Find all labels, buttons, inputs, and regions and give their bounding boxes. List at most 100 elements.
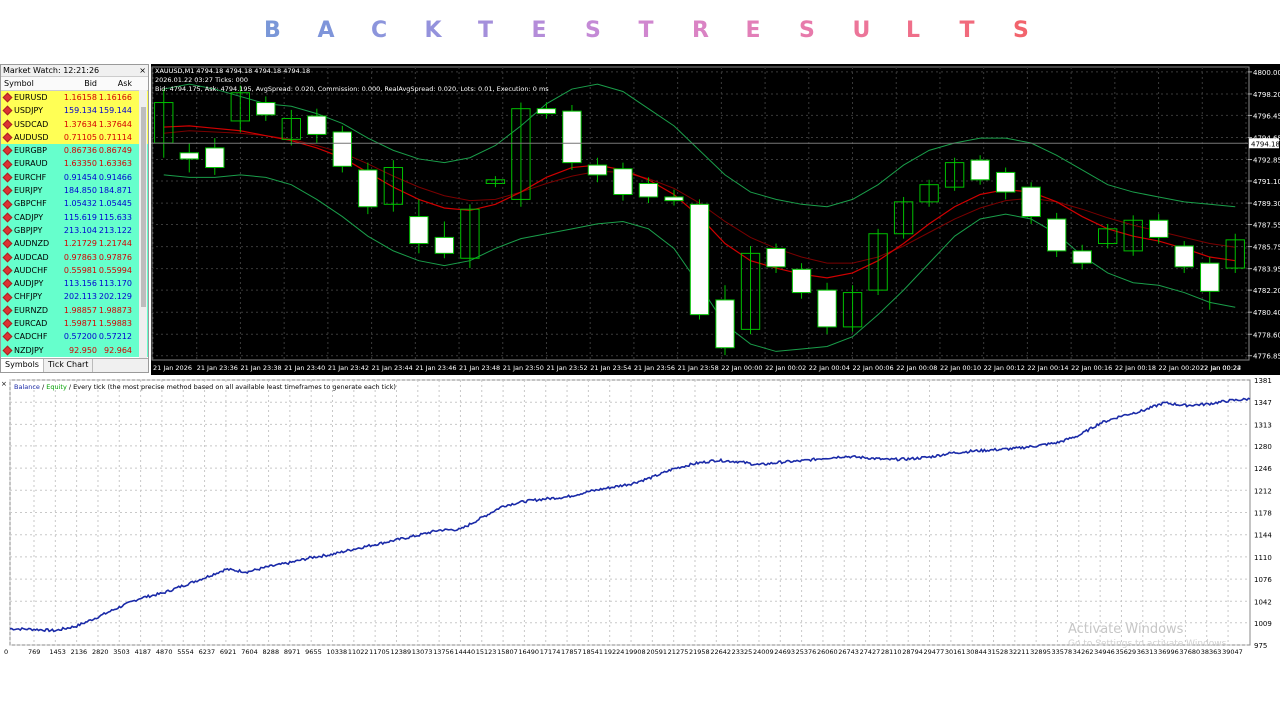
equity-x-label: 11705	[369, 648, 390, 656]
title-letter: A	[317, 18, 335, 43]
symbol-diamond-icon	[2, 199, 13, 209]
market-watch-row[interactable]: USDCAD 1.37634 1.37644	[1, 117, 148, 131]
market-watch-row[interactable]: GBPJPY 213.104 213.122	[1, 223, 148, 238]
market-watch-row[interactable]: GBPCHF 1.05432 1.05445	[1, 197, 148, 211]
candle-body	[664, 196, 684, 202]
equity-x-label: 769	[28, 648, 40, 656]
title-letter: S	[799, 18, 815, 43]
symbol-name: AUDCAD	[14, 252, 49, 262]
candle-body	[1200, 262, 1220, 292]
chart-header-symbol: XAUUSD,M1 4794.18 4794.18 4794.18 4794.1…	[155, 67, 310, 75]
time-label: 22 Jan 00:12	[984, 364, 1025, 372]
equity-x-label: 17857	[561, 648, 582, 656]
market-watch-row[interactable]: CADCHF 0.57200 0.57212	[1, 330, 148, 344]
column-ask[interactable]: Ask	[97, 77, 134, 90]
bid-cell: 0.71105	[63, 132, 97, 142]
close-icon[interactable]: ×	[139, 65, 146, 76]
market-watch-row[interactable]: NZDJPY 92.950 92.964	[1, 343, 148, 357]
equity-y-label: 1212	[1254, 487, 1272, 495]
market-watch-row[interactable]: AUDCAD 0.97863 0.97876	[1, 250, 148, 264]
bid-cell: 0.57200	[63, 332, 97, 342]
time-label: 21 Jan 23:58	[678, 364, 719, 372]
time-label: 22 Jan 00:16	[1071, 364, 1112, 372]
equity-chart[interactable]: 1381 1347 1313 1280 1246 1212 1178 1144 1110 1076…	[0, 377, 1280, 657]
bid-cell: 0.86736	[63, 146, 97, 156]
market-watch-row[interactable]: EURAUD 1.63350 1.63363	[1, 157, 148, 171]
price-chart[interactable]: 4800.004798.204796.454794.654792.854791.…	[151, 64, 1280, 375]
symbol-diamond-icon	[2, 332, 13, 342]
candle-body	[1149, 219, 1169, 238]
market-watch-row[interactable]: EURCHF 0.91454 0.91466	[1, 170, 148, 185]
candle-body	[766, 247, 786, 268]
price-label: 4778.60	[1253, 331, 1280, 339]
equity-y-label: 1076	[1254, 576, 1272, 584]
market-watch-row[interactable]: EURJPY 184.850 184.871	[1, 184, 148, 198]
market-watch-row[interactable]: EURNZD 1.98857 1.98873	[1, 303, 148, 318]
market-watch-row[interactable]: EURGBP 0.86736 0.86749	[1, 144, 148, 158]
equity-x-label: 32211	[1009, 648, 1030, 656]
time-label: 22 Jan 00:24	[1200, 364, 1241, 372]
market-watch-row[interactable]: EURCAD 1.59871 1.59883	[1, 317, 148, 331]
equity-x-label: 29477	[924, 648, 945, 656]
price-label: 4787.55	[1253, 222, 1280, 230]
ask-cell: 1.05445	[98, 199, 132, 209]
market-watch-row[interactable]: CADJPY 115.619 115.633	[1, 210, 148, 224]
title-letter: L	[906, 18, 921, 43]
time-label: 22 Jan 00:20	[1159, 364, 1200, 372]
symbol-name: AUDNZD	[14, 239, 50, 249]
market-watch-row[interactable]: AUDJPY 113.156 113.170	[1, 277, 148, 291]
scrollbar-thumb[interactable]	[141, 107, 146, 307]
equity-y-label: 1347	[1254, 399, 1272, 407]
market-watch-row[interactable]: CHFJPY 202.113 202.129	[1, 290, 148, 304]
candle-body	[970, 159, 990, 181]
column-bid[interactable]: Bid	[58, 77, 97, 90]
candle-body	[358, 169, 378, 208]
time-label: 22 Jan 00:02	[765, 364, 806, 372]
symbol-cell: USDCAD	[1, 118, 58, 131]
ask-cell: 1.98873	[98, 305, 132, 315]
bid-cell: 159.134	[63, 106, 97, 116]
market-watch-row[interactable]: EURUSD 1.16158 1.16166	[1, 91, 148, 105]
time-label: 21 Jan 23:54	[590, 364, 631, 372]
candle-body	[1021, 186, 1041, 218]
candle-body	[715, 299, 735, 349]
equity-y-label: 1178	[1254, 510, 1272, 518]
time-label: 21 Jan 23:42	[328, 364, 369, 372]
legend-part: Equity	[46, 383, 67, 391]
symbol-diamond-icon	[2, 225, 13, 236]
market-watch-row[interactable]: AUDCHF 0.55981 0.55994	[1, 263, 148, 278]
candle-body	[434, 236, 455, 254]
equity-legend: Balance / Equity / Every tick (the most …	[14, 383, 396, 391]
time-label: 21 Jan 23:44	[372, 364, 413, 372]
equity-x-label: 5554	[177, 648, 194, 656]
time-label: 21 Jan 23:52	[546, 364, 587, 372]
tab-symbols[interactable]: Symbols	[1, 359, 44, 372]
market-watch-row[interactable]: AUDUSD 0.71105 0.71114	[1, 130, 148, 145]
legend-part: Balance	[14, 383, 40, 391]
tab-tick-chart[interactable]: Tick Chart	[44, 359, 94, 372]
equity-x-label: 30844	[966, 648, 987, 656]
market-watch-row[interactable]: AUDNZD 1.21729 1.21744	[1, 237, 148, 251]
title-letter: C	[371, 18, 388, 43]
equity-y-label: 1042	[1254, 598, 1272, 606]
symbol-name: EURGBP	[14, 146, 47, 156]
ask-cell: 0.57212	[98, 332, 132, 342]
symbol-cell: CHFJPY	[1, 290, 58, 303]
bid-cell: 1.59871	[63, 319, 97, 329]
price-label: 4782.20	[1253, 287, 1280, 295]
equity-x-label: 23325	[732, 648, 753, 656]
symbol-cell: NZDJPY	[1, 344, 58, 357]
equity-x-label: 7604	[241, 648, 258, 656]
column-symbol[interactable]: Symbol	[1, 77, 58, 90]
price-label: 4798.20	[1253, 91, 1280, 99]
market-watch-row[interactable]: USDJPY 159.134 159.144	[1, 104, 148, 118]
equity-x-label: 37680	[1179, 648, 1200, 656]
ask-cell: 159.144	[98, 106, 132, 116]
equity-y-label: 1280	[1254, 443, 1272, 451]
symbol-name: USDJPY	[14, 106, 43, 116]
symbol-cell: CADCHF	[1, 330, 58, 343]
equity-x-label: 20591	[646, 648, 667, 656]
symbol-diamond-icon	[2, 292, 13, 303]
chart-header-stats: Bid: 4794.175, Ask: 4794.195, AvgSpread:…	[155, 85, 549, 93]
symbol-diamond-icon	[2, 105, 13, 116]
